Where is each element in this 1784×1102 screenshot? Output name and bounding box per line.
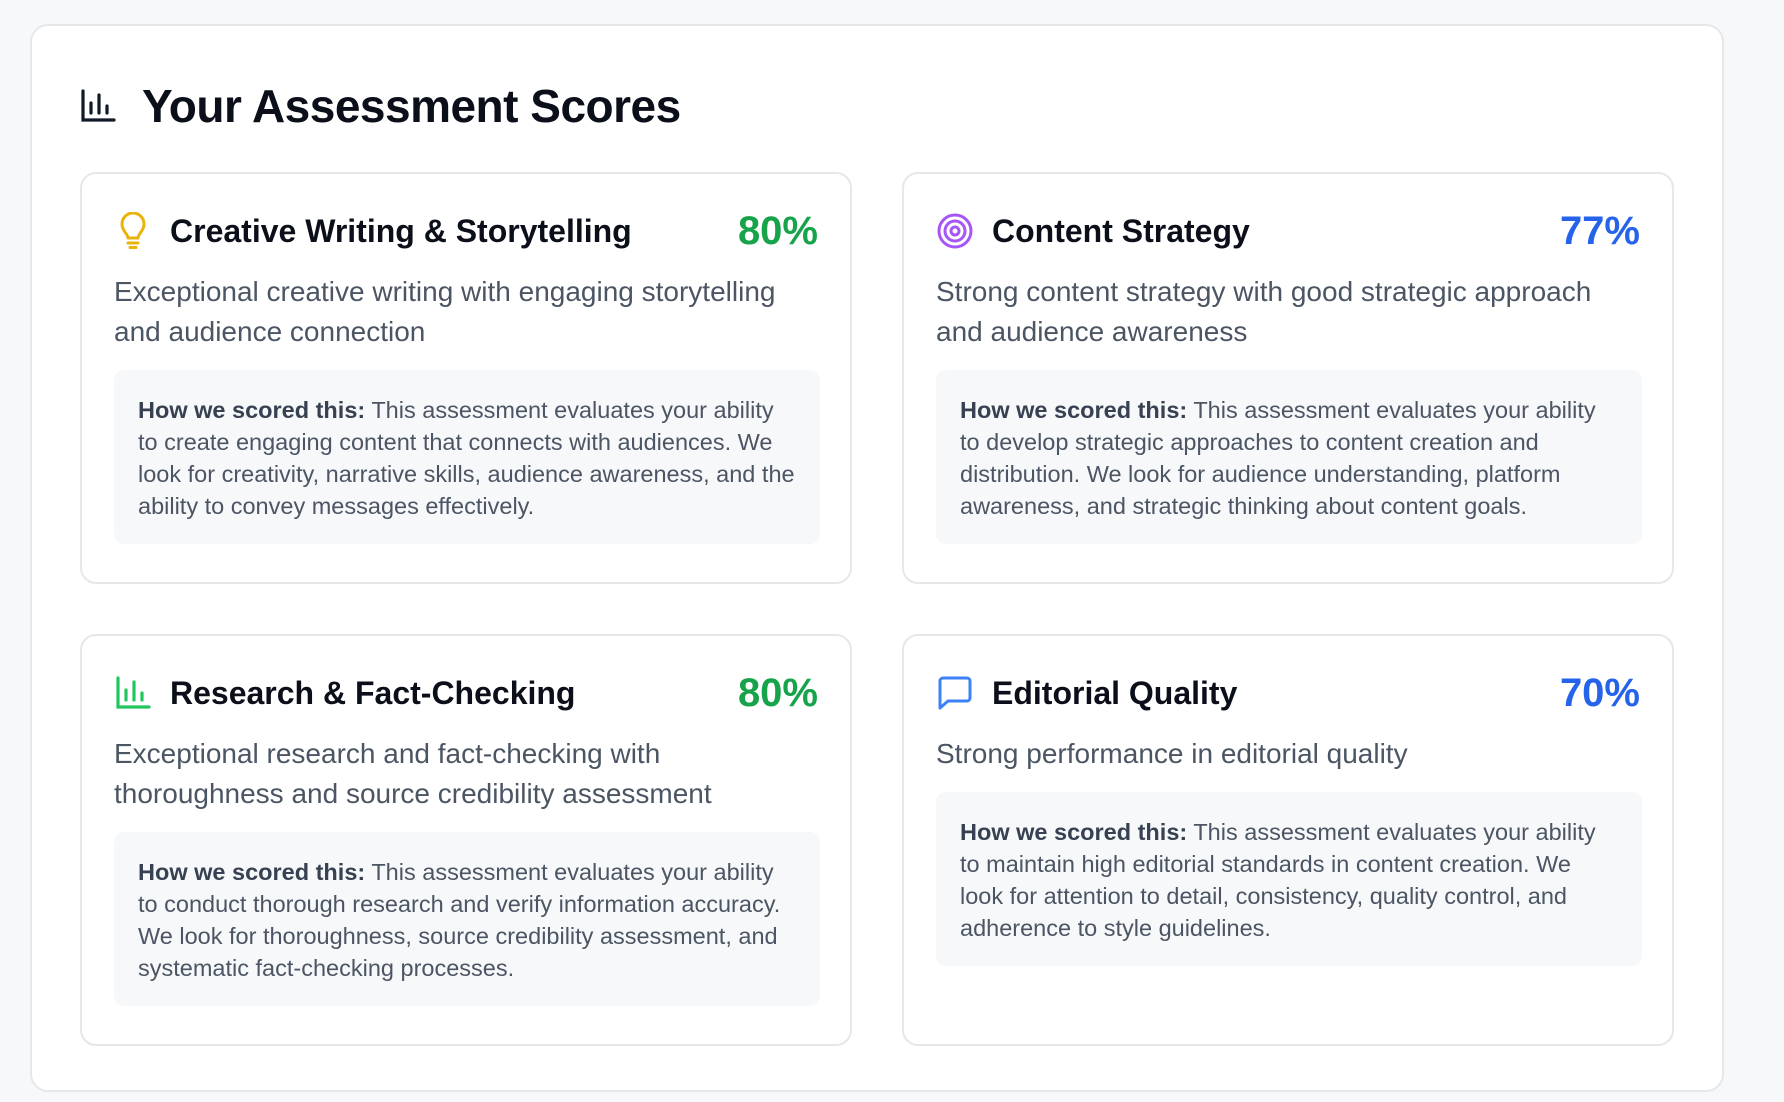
- score-card-content-strategy: Content Strategy 77% Strong content stra…: [902, 172, 1674, 584]
- card-description: Strong content strategy with good strate…: [936, 276, 1592, 347]
- method-lead: How we scored this:: [960, 397, 1188, 423]
- score-card-research: Research & Fact-Checking 80% Exceptional…: [80, 634, 852, 1046]
- card-title: Research & Fact-Checking: [170, 674, 576, 711]
- method-lead: How we scored this:: [138, 397, 366, 423]
- score-card-creative-writing: Creative Writing & Storytelling 80% Exce…: [80, 172, 852, 584]
- card-header: Editorial Quality 70%: [936, 670, 1640, 716]
- score-value: 77%: [1559, 208, 1640, 253]
- method-lead: How we scored this:: [960, 819, 1188, 845]
- card-header: Research & Fact-Checking 80%: [114, 670, 818, 716]
- score-card-editorial-quality: Editorial Quality 70% Strong performance…: [902, 634, 1674, 1046]
- message-square-icon: [936, 674, 974, 712]
- score-value: 70%: [1559, 670, 1640, 715]
- card-title: Content Strategy: [992, 212, 1250, 249]
- scoring-method-box: How we scored this: This assessment eval…: [114, 832, 820, 1006]
- bar-chart-icon: [114, 674, 152, 712]
- assessment-scores-panel: Your Assessment Scores Creative Writing …: [30, 24, 1724, 1092]
- card-header: Creative Writing & Storytelling 80%: [114, 208, 818, 254]
- card-header: Content Strategy 77%: [936, 208, 1640, 254]
- card-description: Exceptional research and fact-checking w…: [114, 738, 712, 809]
- score-cards-grid: Creative Writing & Storytelling 80% Exce…: [80, 172, 1678, 1046]
- scoring-method-box: How we scored this: This assessment eval…: [936, 792, 1642, 966]
- bar-chart-icon: [80, 86, 120, 126]
- card-title: Editorial Quality: [992, 674, 1238, 711]
- panel-header: Your Assessment Scores: [80, 74, 681, 138]
- target-icon: [936, 212, 974, 250]
- card-title: Creative Writing & Storytelling: [170, 212, 632, 249]
- card-description: Exceptional creative writing with engagi…: [114, 276, 776, 347]
- score-value: 80%: [737, 670, 818, 715]
- scoring-method-box: How we scored this: This assessment eval…: [936, 370, 1642, 544]
- page-title: Your Assessment Scores: [142, 80, 681, 132]
- score-value: 80%: [737, 208, 818, 253]
- scoring-method-box: How we scored this: This assessment eval…: [114, 370, 820, 544]
- card-description: Strong performance in editorial quality: [936, 738, 1408, 769]
- method-lead: How we scored this:: [138, 859, 366, 885]
- lightbulb-icon: [114, 212, 152, 250]
